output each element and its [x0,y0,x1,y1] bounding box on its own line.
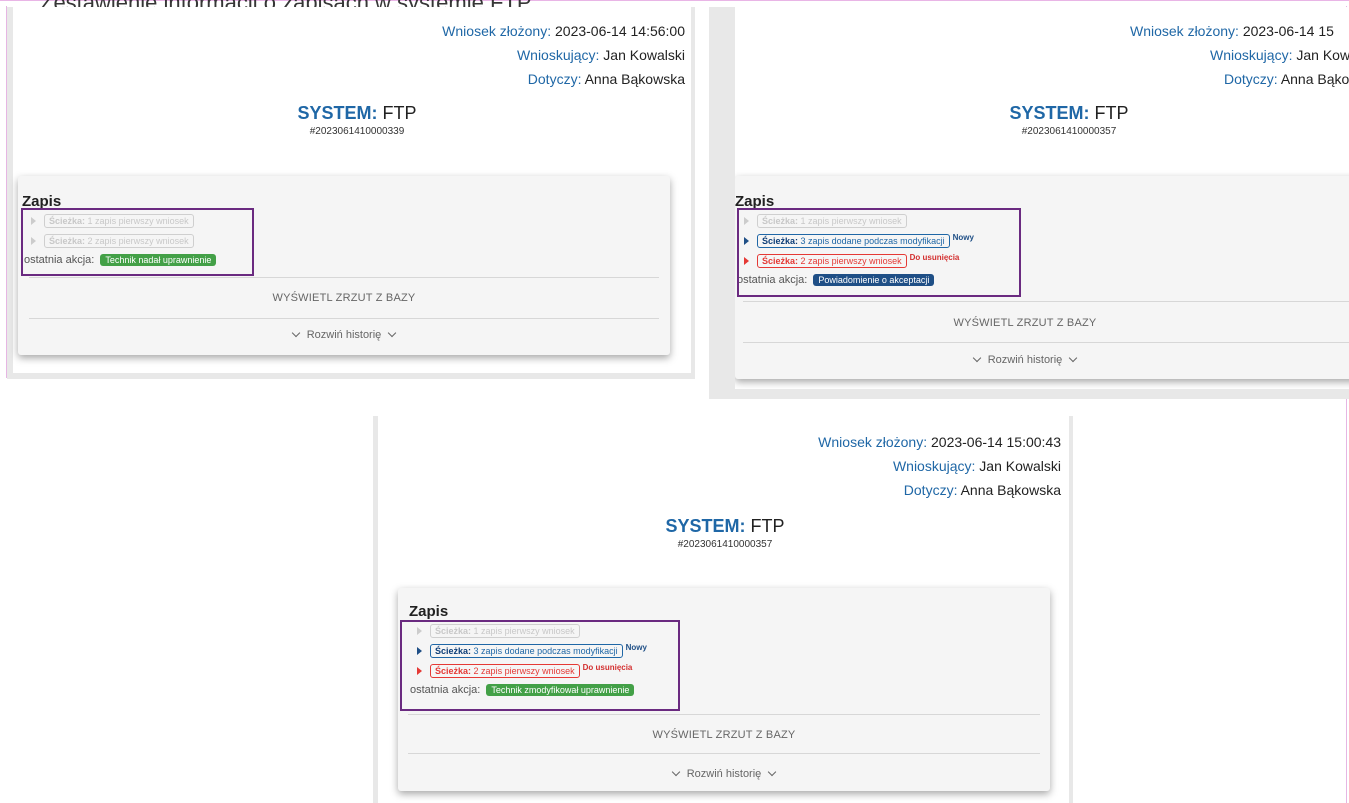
submitted-row: Wniosek złożony: 2023-06-14 14:56:00 [442,19,685,43]
submitted-row: Wniosek złożony: 2023-06-14 15 [1130,19,1349,43]
right-shade [1069,416,1073,803]
system-label: SYSTEM: [1009,103,1090,123]
system-label: SYSTEM: [297,103,378,123]
applicant-row: Wnioskujący: Jan Kowalski [1130,43,1349,67]
concerns-value: Anna Bąkowska [1280,71,1349,87]
applicant-row: Wnioskujący: Jan Kowalski [818,454,1061,478]
concerns-value: Anna Bąkowska [584,71,685,87]
request-id: #2023061410000339 [309,126,405,137]
request-id: #2023061410000357 [1021,126,1117,137]
divider [743,342,1349,343]
record-card: Zapis Ścieżka: 1 zapis pierwszy wniosek … [735,176,1349,379]
left-shade [373,416,378,803]
expand-history-button[interactable]: Rozwiń historię [18,328,670,341]
expand-history-button[interactable]: Rozwiń historię [925,353,1125,366]
panel-request-2: Wniosek złożony: 2023-06-14 15 Wnioskują… [709,7,1349,399]
expand-history-label: Rozwiń historię [987,354,1063,366]
system-header: SYSTEM: FTP #2023061410000357 [625,516,825,550]
applicant-value: Jan Kowalski [1296,47,1349,63]
record-card: Zapis Ścieżka: 1 zapis pierwszy wniosek … [18,176,670,355]
system-value: FTP [750,516,785,536]
divider [743,301,1349,302]
applicant-value: Jan Kowalski [979,458,1061,474]
show-snapshot-button[interactable]: WYŚWIETL ZRZUT Z BAZY [398,729,1050,741]
submitted-label: Wniosek złożony: [442,23,552,39]
highlight-box [737,208,1021,297]
section-title: Zapis [409,603,449,620]
request-id: #2023061410000357 [677,539,773,550]
concerns-row: Dotyczy: Anna Bąkowska [442,67,685,91]
request-meta: Wniosek złożony: 2023-06-14 15:00:43 Wni… [818,430,1061,502]
concerns-row: Dotyczy: Anna Bąkowska [818,478,1061,502]
submitted-label: Wniosek złożony: [1130,23,1239,39]
concerns-label: Dotyczy: [1224,71,1278,87]
submitted-value: 2023-06-14 15:00:43 [931,434,1061,450]
left-shade [7,7,13,379]
panel-request-1: Wniosek złożony: 2023-06-14 14:56:00 Wni… [7,7,695,379]
show-snapshot-button[interactable]: WYŚWIETL ZRZUT Z BAZY [18,292,670,304]
divider [408,753,1040,754]
highlight-box [400,620,680,711]
applicant-label: Wnioskujący: [1210,47,1293,63]
chevron-down-icon [1069,353,1078,363]
chevron-down-icon [291,328,300,338]
request-meta: Wniosek złożony: 2023-06-14 15 Wnioskują… [1130,19,1349,91]
system-header: SYSTEM: FTP #2023061410000357 [969,103,1169,137]
highlight-box [21,208,254,276]
bottom-shade [709,389,1349,399]
chevron-down-icon [671,767,680,777]
left-shade [709,7,735,399]
record-card: Zapis Ścieżka: 1 zapis pierwszy wniosek … [398,588,1050,791]
applicant-label: Wnioskujący: [516,47,600,63]
system-label: SYSTEM: [665,516,746,536]
submitted-value: 2023-06-14 14:56:00 [555,23,685,39]
show-snapshot-button[interactable]: WYŚWIETL ZRZUT Z BAZY [925,317,1125,329]
submitted-row: Wniosek złożony: 2023-06-14 15:00:43 [818,430,1061,454]
chevron-down-icon [972,353,981,363]
concerns-row: Dotyczy: Anna Bąkowska [1130,67,1349,91]
system-header: SYSTEM: FTP #2023061410000339 [257,103,457,137]
right-shade [691,7,695,379]
applicant-value: Jan Kowalski [603,47,685,63]
expand-history-label: Rozwiń historię [306,329,382,341]
chevron-down-icon [768,767,777,777]
chevron-down-icon [388,328,397,338]
panel-request-3: Wniosek złożony: 2023-06-14 15:00:43 Wni… [373,416,1073,803]
submitted-label: Wniosek złożony: [818,434,928,450]
system-value: FTP [382,103,417,123]
system-value: FTP [1094,103,1129,123]
request-meta: Wniosek złożony: 2023-06-14 14:56:00 Wni… [442,19,685,91]
expand-history-label: Rozwiń historię [686,768,762,780]
divider [29,318,659,319]
bottom-shade [7,373,695,379]
expand-history-button[interactable]: Rozwiń historię [398,767,1050,780]
divider [408,714,1040,715]
submitted-value: 2023-06-14 15 [1242,23,1334,39]
divider [29,277,659,278]
applicant-row: Wnioskujący: Jan Kowalski [442,43,685,67]
concerns-label: Dotyczy: [903,482,958,498]
panel-inner: Wniosek złożony: 2023-06-14 15 Wnioskują… [735,7,1349,389]
concerns-label: Dotyczy: [527,71,582,87]
applicant-label: Wnioskujący: [892,458,976,474]
concerns-value: Anna Bąkowska [960,482,1061,498]
